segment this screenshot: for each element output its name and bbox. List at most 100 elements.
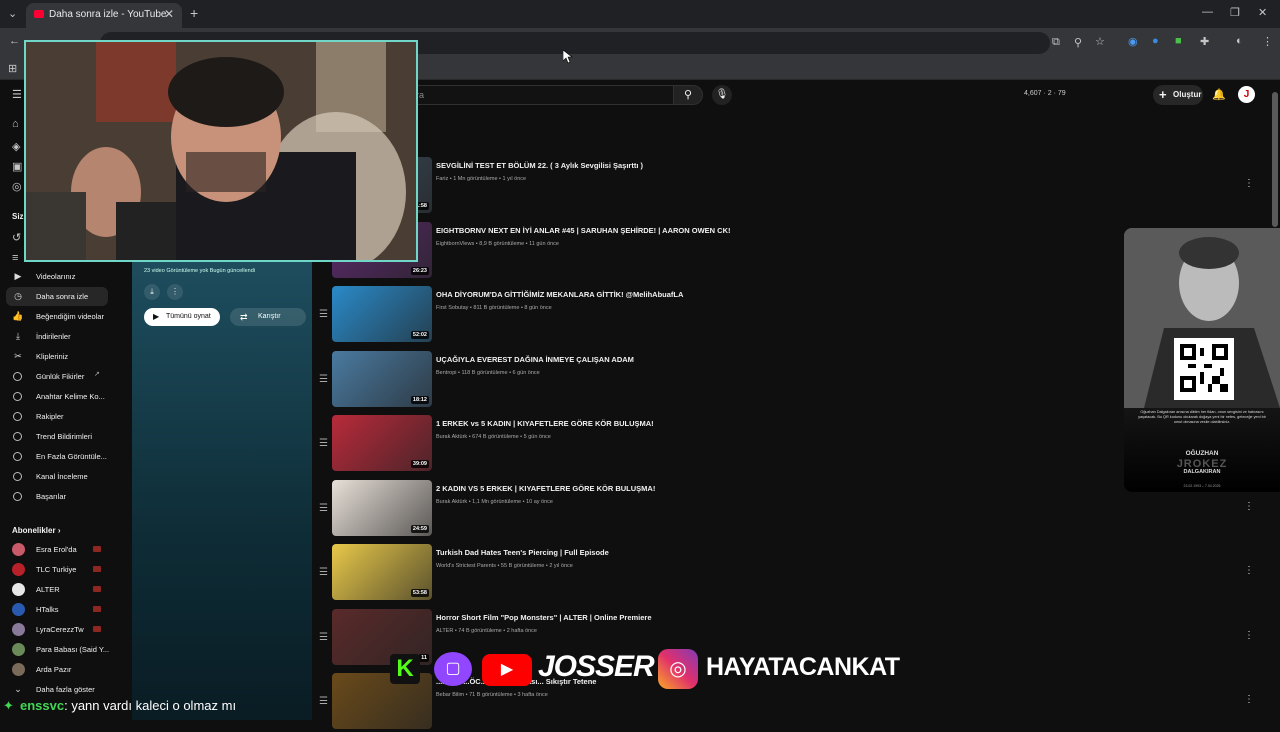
drag-handle-icon[interactable]: ☰ xyxy=(319,632,328,643)
video-thumbnail[interactable]: 24:59 xyxy=(332,479,432,536)
sidebar-item-10[interactable]: Kanal İnceleme xyxy=(6,467,108,486)
circle-icon xyxy=(13,432,22,441)
video-title[interactable]: 1 ERKEK vs 5 KADIN | KIYAFETLERE GÖRE KÖ… xyxy=(436,419,654,428)
drag-handle-icon[interactable]: ☰ xyxy=(319,309,328,320)
back-icon[interactable]: ← xyxy=(9,35,20,47)
video-row[interactable]: ☰26:23EIGHTBORNV NEXT EN İYİ ANLAR #45 |… xyxy=(316,221,1256,281)
video-row[interactable]: ☰ 18:12 UÇAĞIYLA EVEREST DAĞINA İNMEYE ÇAL… xyxy=(316,350,1256,410)
section-you-heading[interactable]: Siz xyxy=(12,212,24,221)
extensions-puzzle-icon[interactable]: ✚ xyxy=(1200,35,1209,48)
sidebar-item-1[interactable]: ◷ Daha sonra izle xyxy=(6,287,108,306)
video-title[interactable]: UÇAĞIYLA EVEREST DAĞINA İNMEYE ÇALIŞAN A… xyxy=(436,355,634,364)
subscription-item[interactable]: ALTER xyxy=(6,580,108,599)
music-icon[interactable]: ◎ xyxy=(12,180,22,193)
avatar[interactable]: J xyxy=(1238,86,1255,103)
video-duration: 52:02 xyxy=(410,331,429,339)
subscription-label: ALTER xyxy=(36,585,60,594)
bookmark-star-icon[interactable]: ☆ xyxy=(1095,35,1105,48)
minimize-icon[interactable]: — xyxy=(1202,6,1213,18)
more-options-icon[interactable]: ⋮ xyxy=(167,284,183,300)
apps-grid-icon[interactable]: ⊞ xyxy=(8,62,17,75)
subscription-item[interactable]: TLC Turkiye xyxy=(6,560,108,579)
video-thumbnail[interactable]: 53:58 xyxy=(332,544,432,600)
subscriptions-heading[interactable]: Abonelikler › xyxy=(12,526,60,535)
video-more-options-icon[interactable]: ⋮ xyxy=(1244,565,1254,576)
video-row[interactable]: ☰ 39:09 1 ERKEK vs 5 KADIN | KIYAFETLERE G… xyxy=(316,414,1256,474)
microphone-icon[interactable]: 🎙 xyxy=(712,85,732,105)
notifications-bell-icon[interactable]: 🔔 xyxy=(1212,88,1226,101)
tab-list-chevron-icon[interactable]: ⌄ xyxy=(8,7,17,20)
sidebar-item-9[interactable]: En Fazla Görüntüle... xyxy=(6,447,108,466)
video-duration: 39:09 xyxy=(410,460,429,468)
video-more-options-icon[interactable]: ⋮ xyxy=(1244,178,1254,189)
video-row[interactable]: ☰ 53:58 Turkish Dad Hates Teen's Piercing … xyxy=(316,543,1256,603)
browser-tab[interactable]: Daha sonra izle - YouTube ✕ xyxy=(26,3,182,28)
zoom-icon[interactable]: ⚲ xyxy=(1074,36,1082,49)
video-title[interactable]: Turkish Dad Hates Teen's Piercing | Full… xyxy=(436,548,609,557)
video-title[interactable]: SEVGİLİNİ TEST ET BÖLÜM 22. ( 3 Aylık Se… xyxy=(436,161,643,170)
close-tab-icon[interactable]: ✕ xyxy=(164,7,174,21)
playlists-icon[interactable]: ≡ xyxy=(12,252,18,264)
new-tab-icon[interactable]: + xyxy=(190,5,198,21)
download-icon[interactable]: ⤓ xyxy=(144,284,160,300)
hamburger-menu-icon[interactable]: ☰ xyxy=(12,88,22,101)
channel-avatar xyxy=(12,643,25,656)
sidebar-item-4[interactable]: ✂ Klipleriniz xyxy=(6,347,108,366)
sidebar-item-7[interactable]: Rakipler xyxy=(6,407,108,426)
window-close-icon[interactable]: ✕ xyxy=(1258,6,1267,19)
home-icon[interactable]: ⌂ xyxy=(12,118,19,130)
subscription-item[interactable]: LyraCerezzTw xyxy=(6,620,108,639)
video-title[interactable]: 2 KADIN VS 5 ERKEK | KIYAFETLERE GÖRE KÖ… xyxy=(436,484,655,493)
video-row[interactable]: ☰1:58SEVGİLİNİ TEST ET BÖLÜM 22. ( 3 Ayl… xyxy=(316,156,1256,216)
qr-code-icon[interactable] xyxy=(1176,340,1232,396)
sidebar-item-6[interactable]: Anahtar Kelime Ko... xyxy=(6,387,108,406)
video-title[interactable]: EIGHTBORNV NEXT EN İYİ ANLAR #45 | SARUH… xyxy=(436,226,731,235)
subscription-item[interactable]: Esra Erol'da xyxy=(6,540,108,559)
video-thumbnail[interactable]: 39:09 xyxy=(332,415,432,471)
sidebar-item-11[interactable]: Başarılar xyxy=(6,487,108,506)
play-icon: ▶ xyxy=(153,312,160,321)
drag-handle-icon[interactable]: ☰ xyxy=(319,374,328,385)
extension-1-icon[interactable]: ◉ xyxy=(1128,35,1138,48)
subscription-item[interactable]: Arda Pazır xyxy=(6,660,108,679)
search-input[interactable]: ra xyxy=(405,85,673,105)
shuffle-button[interactable]: ⇄ Karıştır xyxy=(230,308,306,326)
drag-handle-icon[interactable]: ☰ xyxy=(319,438,328,449)
subscription-item[interactable]: Para Babası (Said Y... xyxy=(6,640,109,659)
video-more-options-icon[interactable]: ⋮ xyxy=(1244,694,1254,705)
video-row[interactable]: ☰ 52:02 OHA DİYORUM'DA GİTTİĞİMİZ MEKANLAR… xyxy=(316,285,1256,345)
history-icon[interactable]: ↺ xyxy=(12,231,21,244)
sidebar-item-2[interactable]: 👍 Beğendiğim videolar xyxy=(6,307,108,326)
browser-menu-icon[interactable]: ⋮ xyxy=(1262,35,1273,48)
sidebar-item-3[interactable]: ⤓ İndirilenler xyxy=(6,327,108,346)
video-row[interactable]: ☰ 24:59 2 KADIN VS 5 ERKEK | KIYAFETLERE G… xyxy=(316,479,1256,539)
subscriptions-icon[interactable]: ▣ xyxy=(12,160,22,173)
drag-handle-icon[interactable]: ☰ xyxy=(319,503,328,514)
video-more-options-icon[interactable]: ⋮ xyxy=(1244,501,1254,512)
circle-icon xyxy=(13,392,22,401)
drag-handle-icon[interactable]: ☰ xyxy=(319,696,328,707)
drag-handle-icon[interactable]: ☰ xyxy=(319,567,328,578)
tab-title: Daha sonra izle - YouTube xyxy=(49,9,167,20)
cast-icon[interactable]: ⧉ xyxy=(1052,36,1060,49)
shorts-icon[interactable]: ◈ xyxy=(12,140,20,153)
restore-icon[interactable]: ❐ xyxy=(1230,6,1240,19)
profile-icon[interactable]: ◐ xyxy=(1236,35,1243,47)
video-more-options-icon[interactable]: ⋮ xyxy=(1244,630,1254,641)
video-title[interactable]: OHA DİYORUM'DA GİTTİĞİMİZ MEKANLARA GİTT… xyxy=(436,290,683,299)
search-icon[interactable]: ⚲ xyxy=(673,85,703,105)
webcam-overlay xyxy=(24,40,418,262)
sidebar-item-0[interactable]: ▶ Videolarınız xyxy=(6,267,108,286)
subscription-item[interactable]: HTalks xyxy=(6,600,108,619)
sidebar-item-5[interactable]: Günlük Fikirler ↗ xyxy=(6,367,108,386)
video-title[interactable]: Horror Short Film "Pop Monsters" | ALTER… xyxy=(436,613,652,622)
page-scrollbar[interactable] xyxy=(1272,92,1278,227)
extension-2-icon[interactable]: ● xyxy=(1152,35,1159,47)
external-link-icon xyxy=(13,372,22,381)
video-thumbnail[interactable]: 18:12 xyxy=(332,350,432,407)
play-all-button[interactable]: ▶ Tümünü oynat xyxy=(144,308,220,326)
create-button[interactable]: + Oluştur xyxy=(1153,85,1203,105)
extension-3-icon[interactable]: ■ xyxy=(1175,35,1182,47)
sidebar-item-8[interactable]: Trend Bildirimleri xyxy=(6,427,108,446)
video-thumbnail[interactable]: 52:02 xyxy=(332,286,432,342)
